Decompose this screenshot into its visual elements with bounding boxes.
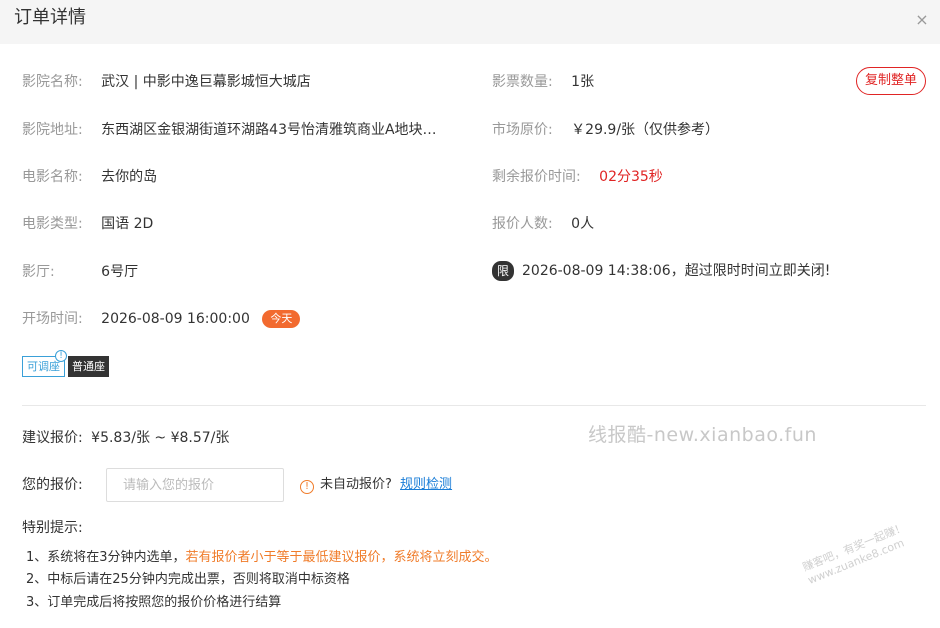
rule-check-link[interactable]: 规则检测 [400,477,452,492]
movie-type-row: 电影类型: 国语 2D [22,214,153,234]
cinema-address-value: 东西湖区金银湖街道环湖路43号怡清雅筑商业A地块… [101,122,437,138]
info-icon[interactable]: ! [55,350,67,362]
cinema-address-row: 影院地址: 东西湖区金银湖街道环湖路43号怡清雅筑商业A地块… [22,120,437,140]
your-price-label: 您的报价: [22,477,83,493]
movie-type-label: 电影类型: [22,216,83,232]
normal-seat-tag: 普通座 [68,356,109,377]
cinema-name-value: 武汉 | 中影中逸巨幕影城恒大城店 [101,74,311,90]
cinema-address-label: 影院地址: [22,122,83,138]
cinema-name-row: 影院名称: 武汉 | 中影中逸巨幕影城恒大城店 [22,72,311,92]
remaining-time-value: 02分35秒 [599,169,663,185]
note-item-1: 1、系统将在3分钟内选单，若有报价者小于等于最低建议报价，系统将立刻成交。 [26,548,498,568]
dialog-header: 订单详情 × [0,0,940,44]
market-price-value: ￥29.9/张（仅供参考） [571,122,720,138]
auto-quote-text: 未自动报价? [320,477,392,492]
note-item-2: 2、中标后请在25分钟内完成出票，否则将取消中标资格 [26,572,350,587]
bidder-count-label: 报价人数: [492,216,553,232]
hall-label: 影厅: [22,264,55,280]
bidder-count-row: 报价人数: 0人 [492,214,594,234]
note-item-1-highlight: 若有报价者小于等于最低建议报价，系统将立刻成交。 [185,550,498,565]
movie-name-label: 电影名称: [22,169,83,185]
remaining-time-row: 剩余报价时间: 02分35秒 [492,167,663,187]
deadline-text: 2026-08-09 14:38:06，超过限时时间立即关闭! [522,263,831,279]
hall-value: 6号厅 [101,264,139,280]
watermark: 线报酷-new.xianbao.fun [588,424,817,446]
limit-badge: 限 [492,261,514,281]
movie-name-value: 去你的岛 [101,169,158,185]
cinema-name-label: 影院名称: [22,74,83,90]
ticket-count-value: 1张 [571,74,595,90]
movie-type-value: 国语 2D [101,216,154,232]
price-input[interactable] [106,468,284,502]
market-price-row: 市场原价: ￥29.9/张（仅供参考） [492,120,719,140]
warning-icon: ! [300,480,314,494]
showtime-value: 2026-08-09 16:00:00 [101,311,250,327]
auto-quote-hint: ! 未自动报价? 规则检测 [300,475,452,495]
suggested-price-value: ¥5.83/张 ~ ¥8.57/张 [91,430,230,446]
ticket-count-row: 影票数量: 1张 [492,72,594,92]
dialog-title: 订单详情 [14,7,86,28]
copy-order-button[interactable]: 复制整单 [856,67,926,95]
showtime-row: 开场时间: 2026-08-09 16:00:00 今天 [22,309,301,329]
order-detail-dialog: 订单详情 × 影院名称: 武汉 | 中影中逸巨幕影城恒大城店 影院地址: 东西湖… [0,0,940,628]
movie-name-row: 电影名称: 去你的岛 [22,167,157,187]
today-badge: 今天 [262,310,301,328]
notes-title: 特别提示: [22,520,83,536]
suggested-price-label: 建议报价: [22,430,83,446]
market-price-label: 市场原价: [492,122,553,138]
hall-row: 影厅: 6号厅 [22,262,138,282]
divider [22,405,926,406]
watermark-secondary: 赚客吧，有奖一起赚！www.zuanke8.com [800,520,908,587]
deadline-row: 限 2026-08-09 14:38:06，超过限时时间立即关闭! [492,261,830,281]
suggested-price-row: 建议报价: ¥5.83/张 ~ ¥8.57/张 [22,428,229,448]
note-item-1-text: 1、系统将在3分钟内选单， [26,550,186,565]
showtime-label: 开场时间: [22,311,83,327]
bidder-count-value: 0人 [571,216,595,232]
ticket-count-label: 影票数量: [492,74,553,90]
close-icon[interactable]: × [912,10,932,30]
remaining-time-label: 剩余报价时间: [492,169,581,185]
note-item-3: 3、订单完成后将按照您的报价价格进行结算 [26,595,282,610]
